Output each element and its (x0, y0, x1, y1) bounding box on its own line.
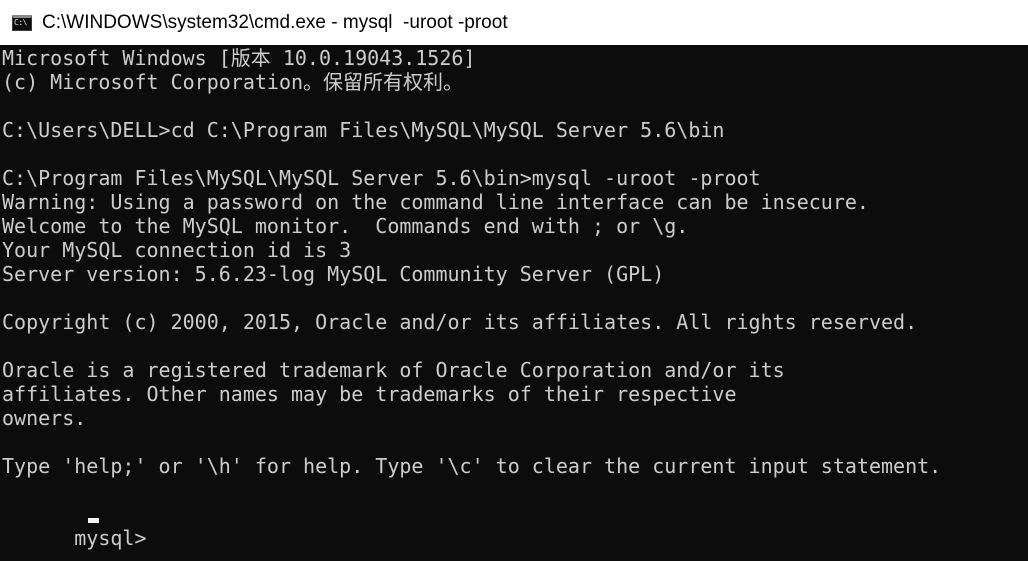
console-line: affiliates. Other names may be trademark… (2, 382, 737, 406)
console-line: C:\Program Files\MySQL\MySQL Server 5.6\… (2, 166, 761, 190)
console-line: Microsoft Windows [版本 10.0.19043.1526] (2, 46, 476, 70)
console-output[interactable]: Microsoft Windows [版本 10.0.19043.1526] (c… (0, 45, 1028, 561)
console-line: Copyright (c) 2000, 2015, Oracle and/or … (2, 310, 918, 334)
console-line: C:\Users\DELL>cd C:\Program Files\MySQL\… (2, 118, 725, 142)
title-bar[interactable]: C:\ C:\WINDOWS\system32\cmd.exe - mysql … (0, 0, 1028, 45)
cmd-window: C:\ C:\WINDOWS\system32\cmd.exe - mysql … (0, 0, 1028, 561)
text-cursor (88, 518, 100, 523)
console-line: Oracle is a registered trademark of Orac… (2, 358, 785, 382)
console-line: Warning: Using a password on the command… (2, 190, 869, 214)
window-title: C:\WINDOWS\system32\cmd.exe - mysql -uro… (42, 12, 508, 33)
cmd-icon-label: C:\ (14, 18, 27, 27)
mysql-prompt: mysql> (74, 526, 159, 550)
cmd-icon: C:\ (12, 15, 32, 31)
console-line: Type 'help;' or '\h' for help. Type '\c'… (2, 454, 942, 478)
console-line: Your MySQL connection id is 3 (2, 238, 352, 262)
console-line: (c) Microsoft Corporation。保留所有权利。 (2, 70, 464, 94)
mysql-prompt-row[interactable]: mysql> (2, 502, 159, 550)
console-line: owners. (2, 406, 87, 430)
console-line: Welcome to the MySQL monitor. Commands e… (2, 214, 689, 238)
console-line: Server version: 5.6.23-log MySQL Communi… (2, 262, 665, 286)
